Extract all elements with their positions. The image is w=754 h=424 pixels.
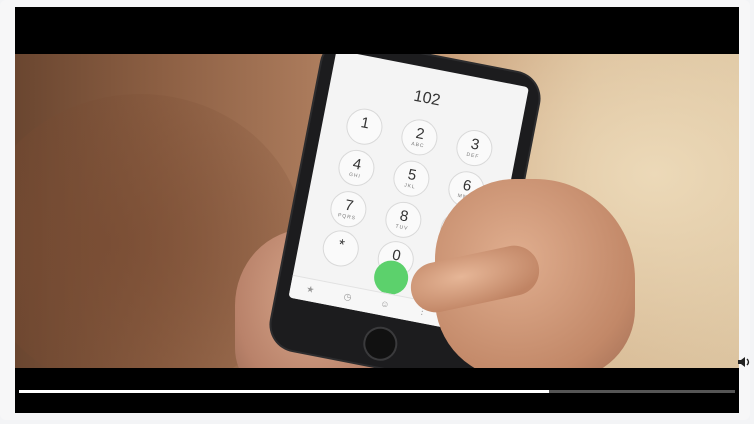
keypad-key: 2 ABC — [398, 116, 441, 159]
recents-tab-icon: ◷ — [342, 290, 353, 303]
keypad-digit: 1 — [359, 114, 371, 133]
keypad-key: 4 GHI — [335, 146, 378, 190]
keypad-digit: 7 — [343, 196, 355, 215]
video-progress-bar[interactable] — [19, 390, 735, 393]
keypad-digit: * — [336, 236, 346, 254]
keypad-digit: 3 — [469, 135, 481, 154]
keypad-key: 1 — [343, 105, 386, 148]
keypad-digit: 8 — [398, 207, 410, 226]
contacts-tab-icon: ☺ — [379, 298, 391, 310]
keypad-digit: 4 — [351, 155, 363, 174]
video-player[interactable]: 102 12ABC3DEF4GHI5JKL6MNO7PQRS8TUV9WXYZ*… — [15, 7, 739, 413]
keypad-key: 7 PQRS — [327, 188, 370, 231]
keypad-key: 8 TUV — [382, 198, 425, 241]
keypad-digit: 2 — [414, 124, 426, 144]
keypad-key: 5 JKL — [390, 157, 433, 200]
video-frame[interactable]: 102 12ABC3DEF4GHI5JKL6MNO7PQRS8TUV9WXYZ*… — [15, 54, 739, 368]
favorites-tab-icon: ★ — [305, 283, 316, 296]
keypad-key: * — [319, 227, 362, 270]
volume-icon[interactable] — [736, 354, 752, 370]
video-progress-fill — [19, 390, 549, 393]
home-button — [360, 323, 401, 364]
keypad-key: 3 DEF — [453, 126, 496, 170]
keypad-digit: 5 — [406, 166, 418, 185]
video-card: 102 12ABC3DEF4GHI5JKL6MNO7PQRS8TUV9WXYZ*… — [0, 0, 750, 420]
